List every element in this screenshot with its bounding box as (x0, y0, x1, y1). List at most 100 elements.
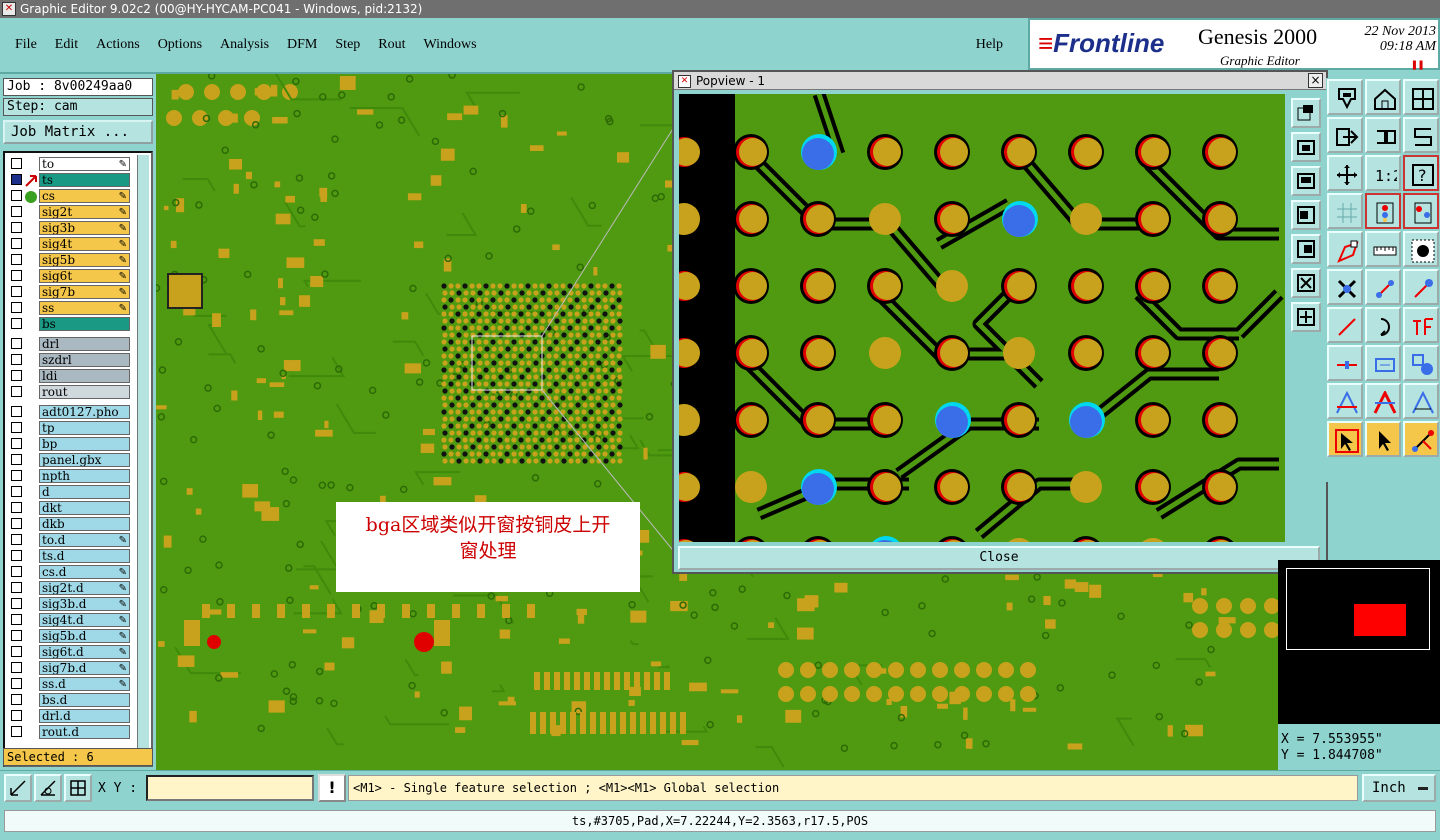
add-pad-icon[interactable] (1403, 269, 1439, 305)
shapes-icon[interactable] (1403, 345, 1439, 381)
layer-row-sig4t[interactable]: sig4t ✎ (8, 236, 130, 251)
down-arrow-icon[interactable] (1327, 79, 1363, 115)
layer-checkbox[interactable] (11, 286, 22, 297)
layer-row-sig3b[interactable]: sig3b ✎ (8, 220, 130, 235)
layer-row-sig3b-d[interactable]: sig3b.d ✎ (8, 596, 130, 611)
layer-row-ts[interactable]: ts (8, 172, 130, 188)
layer-row-rout-d[interactable]: rout.d (8, 724, 130, 739)
resize-icon[interactable] (1365, 345, 1401, 381)
layer-checkbox[interactable] (11, 354, 22, 365)
layer-checkbox[interactable] (11, 582, 22, 593)
layer-display-icon[interactable] (1403, 193, 1439, 229)
layer-row-szdrl[interactable]: szdrl (8, 352, 130, 367)
layer-row-cs-d[interactable]: cs.d ✎ (8, 564, 130, 579)
layer-checkbox[interactable] (11, 630, 22, 641)
layer-row-sig2t-d[interactable]: sig2t.d ✎ (8, 580, 130, 595)
layer-checkbox[interactable] (11, 238, 22, 249)
delete-icon[interactable] (1327, 269, 1363, 305)
layer-row-sig6t-d[interactable]: sig6t.d ✎ (8, 644, 130, 659)
add-line-icon[interactable] (1365, 269, 1401, 305)
layer-row-ts-d[interactable]: ts.d (8, 548, 130, 563)
layer-row-drl-d[interactable]: drl.d (8, 708, 130, 723)
measure-icon[interactable] (34, 774, 62, 802)
layer-checkbox[interactable] (11, 270, 22, 281)
enter-icon[interactable] (1327, 117, 1363, 153)
layer-checkbox[interactable] (11, 486, 22, 497)
layer-checkbox[interactable] (11, 678, 22, 689)
overview-map[interactable] (1278, 560, 1440, 724)
layer-row-cs[interactable]: cs ✎ (8, 188, 130, 203)
layer-scrollbar[interactable] (137, 155, 149, 765)
layer-checkbox[interactable] (11, 190, 22, 201)
menu-options[interactable]: Options (149, 37, 211, 53)
fill-icon[interactable] (1403, 383, 1439, 419)
text-icon[interactable] (1403, 307, 1439, 343)
contour-icon[interactable] (1327, 383, 1363, 419)
select-icon[interactable] (1327, 421, 1363, 457)
layer-checkbox[interactable] (11, 438, 22, 449)
menu-file[interactable]: File (6, 37, 46, 53)
layer-row-d[interactable]: d (8, 484, 130, 499)
pan-left-icon[interactable] (1291, 200, 1321, 230)
menu-dfm[interactable]: DFM (278, 37, 326, 53)
layer-row-bs-d[interactable]: bs.d (8, 692, 130, 707)
layer-row-ldi[interactable]: ldi (8, 368, 130, 383)
mirror-icon[interactable] (1403, 117, 1439, 153)
layer-checkbox[interactable] (11, 318, 22, 329)
snap-icon[interactable] (4, 774, 32, 802)
layer-checkbox[interactable] (11, 614, 22, 625)
layer-checkbox[interactable] (11, 502, 22, 513)
grid-snap-icon[interactable] (1327, 193, 1363, 229)
layer-row-ss[interactable]: ss ✎ (8, 300, 130, 315)
layer-checkbox[interactable] (11, 726, 22, 737)
rotate-icon[interactable] (1365, 117, 1401, 153)
popview-canvas[interactable] (679, 94, 1285, 542)
pan-right-icon[interactable] (1291, 234, 1321, 264)
zoom-in-icon[interactable] (1291, 132, 1321, 162)
layer-row-npth[interactable]: npth (8, 468, 130, 483)
menu-step[interactable]: Step (326, 37, 369, 53)
arc-icon[interactable] (1365, 307, 1401, 343)
menu-help[interactable]: Help (967, 37, 1012, 53)
help-icon[interactable]: ? (1403, 155, 1439, 191)
layer-row-sig7b[interactable]: sig7b ✎ (8, 284, 130, 299)
popview-close-icon[interactable]: × (1308, 73, 1323, 88)
scale-icon[interactable]: 1:2 (1365, 155, 1401, 191)
layer-checkbox[interactable] (11, 174, 22, 185)
layer-row-adt0127-pho[interactable]: adt0127.pho (8, 404, 130, 419)
layer-checkbox[interactable] (11, 710, 22, 721)
layer-checkbox[interactable] (11, 422, 22, 433)
menu-rout[interactable]: Rout (369, 37, 414, 53)
layer-row-to-d[interactable]: to.d ✎ (8, 532, 130, 547)
layer-checkbox[interactable] (11, 206, 22, 217)
move-icon[interactable] (1291, 302, 1321, 332)
job-matrix-button[interactable]: Job Matrix ... (3, 120, 153, 144)
fit-all-icon[interactable] (1291, 268, 1321, 298)
layer-checkbox[interactable] (11, 302, 22, 313)
menu-analysis[interactable]: Analysis (211, 37, 278, 53)
layer-row-sig4t-d[interactable]: sig4t.d ✎ (8, 612, 130, 627)
layer-checkbox[interactable] (11, 662, 22, 673)
layer-checkbox[interactable] (11, 694, 22, 705)
layer-row-panel-gbx[interactable]: panel.gbx (8, 452, 130, 467)
popview-close-button[interactable]: Close (678, 546, 1320, 570)
zoom-out-icon[interactable] (1291, 166, 1321, 196)
layer-row-sig7b-d[interactable]: sig7b.d ✎ (8, 660, 130, 675)
layer-checkbox[interactable] (11, 598, 22, 609)
menu-edit[interactable]: Edit (46, 37, 87, 53)
layer-row-sig6t[interactable]: sig6t ✎ (8, 268, 130, 283)
layer-checkbox[interactable] (11, 550, 22, 561)
layer-row-to[interactable]: to ✎ (8, 156, 130, 171)
layer-checkbox[interactable] (11, 646, 22, 657)
menu-actions[interactable]: Actions (87, 37, 149, 53)
layer-color-icon[interactable] (1365, 193, 1401, 229)
home-icon[interactable] (1365, 79, 1401, 115)
layer-checkbox[interactable] (11, 254, 22, 265)
layer-checkbox[interactable] (11, 470, 22, 481)
exclamation-button[interactable]: ! (318, 774, 346, 802)
stretch-icon[interactable] (1327, 345, 1363, 381)
outline-icon[interactable] (1365, 383, 1401, 419)
units-select[interactable]: Inch (1362, 774, 1436, 802)
layer-row-sig5b[interactable]: sig5b ✎ (8, 252, 130, 267)
layer-checkbox[interactable] (11, 370, 22, 381)
